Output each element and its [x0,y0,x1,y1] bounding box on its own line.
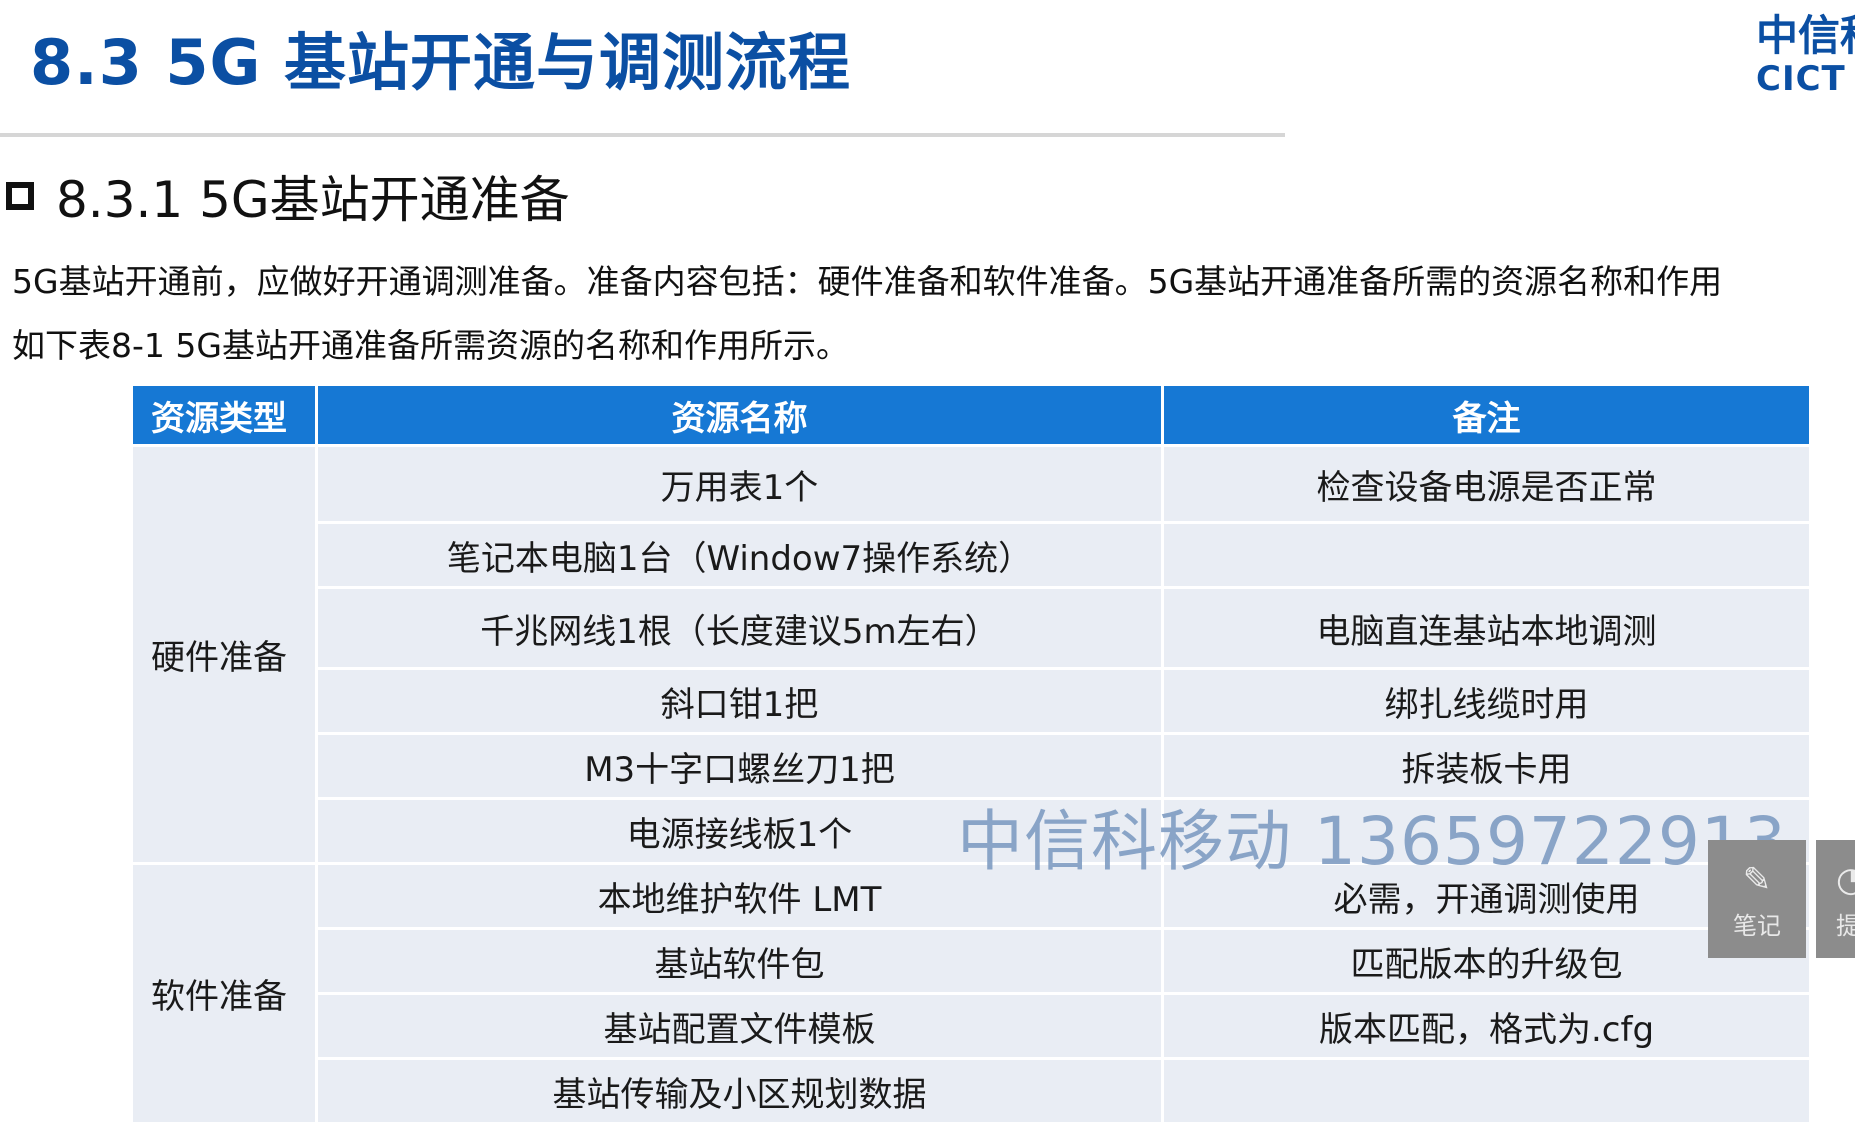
note-cell [1164,524,1809,586]
company-logo: 中信科 CICT M [1756,11,1855,99]
table-row: 基站传输及小区规划数据 [133,1060,1809,1122]
table-row: 千兆网线1根（长度建议5m左右） 电脑直连基站本地调测 [133,589,1809,667]
question-icon: ◔ [1836,860,1855,900]
pencil-icon: ✎ [1742,860,1772,900]
table-row: 笔记本电脑1台（Window7操作系统） [133,524,1809,586]
ask-button-label: 提 [1836,912,1855,940]
table-row: 硬件准备 万用表1个 检查设备电源是否正常 [133,447,1809,862]
table-row: 斜口钳1把 绑扎线缆时用 [133,670,1809,732]
section-heading: 8.3.1 5G基站开通准备 [6,160,570,232]
resource-name-cell: 斜口钳1把 [318,670,1161,732]
note-cell: 绑扎线缆时用 [1164,670,1809,732]
type-cell-software: 软件准备 [133,865,315,1122]
note-cell: 检查设备电源是否正常 [1164,447,1809,521]
note-cell: 版本匹配，格式为.cfg [1164,995,1809,1057]
resource-name-cell: 基站传输及小区规划数据 [318,1060,1161,1122]
logo-english-text: CICT M [1756,59,1855,99]
header-resource-name: 资源名称 [318,386,1161,444]
table-row: 基站配置文件模板 版本匹配，格式为.cfg [133,995,1809,1057]
note-button[interactable]: ✎ 笔记 [1708,840,1806,958]
ask-button[interactable]: ◔ 提 [1816,840,1855,958]
resource-name-cell: 万用表1个 [318,447,1161,521]
table-row: 基站软件包 匹配版本的升级包 [133,930,1809,992]
note-cell: 电脑直连基站本地调测 [1164,589,1809,667]
section-heading-text: 8.3.1 5G基站开通准备 [56,171,570,229]
table-header-row: 资源类型 资源名称 备注 [133,386,1809,444]
header-resource-type: 资源类型 [133,386,315,444]
logo-chinese-text: 中信科 [1756,11,1855,60]
intro-paragraph: 5G基站开通前，应做好开通调测准备。准备内容包括：硬件准备和软件准备。5G基站开… [12,250,1855,378]
title-divider [0,133,1285,137]
square-bullet-icon [6,182,34,210]
resource-name-cell: 基站软件包 [318,930,1161,992]
note-cell [1164,1060,1809,1122]
type-cell-hardware: 硬件准备 [133,447,315,862]
intro-line: 5G基站开通前，应做好开通调测准备。准备内容包括：硬件准备和软件准备。5G基站开… [12,262,1723,301]
resource-name-cell: 千兆网线1根（长度建议5m左右） [318,589,1161,667]
note-button-label: 笔记 [1733,912,1781,940]
intro-line: 如下表8-1 5G基站开通准备所需资源的名称和作用所示。 [12,326,849,365]
resource-name-cell: 笔记本电脑1台（Window7操作系统） [318,524,1161,586]
resource-table: 资源类型 资源名称 备注 硬件准备 万用表1个 检查设备电源是否正常 笔记本电脑… [130,383,1812,1125]
slide-title: 8.3 5G 基站开通与调测流程 [30,26,852,99]
resource-name-cell: 基站配置文件模板 [318,995,1161,1057]
header-note: 备注 [1164,386,1809,444]
watermark-text: 中信科移动 13659722913 [957,803,1787,880]
